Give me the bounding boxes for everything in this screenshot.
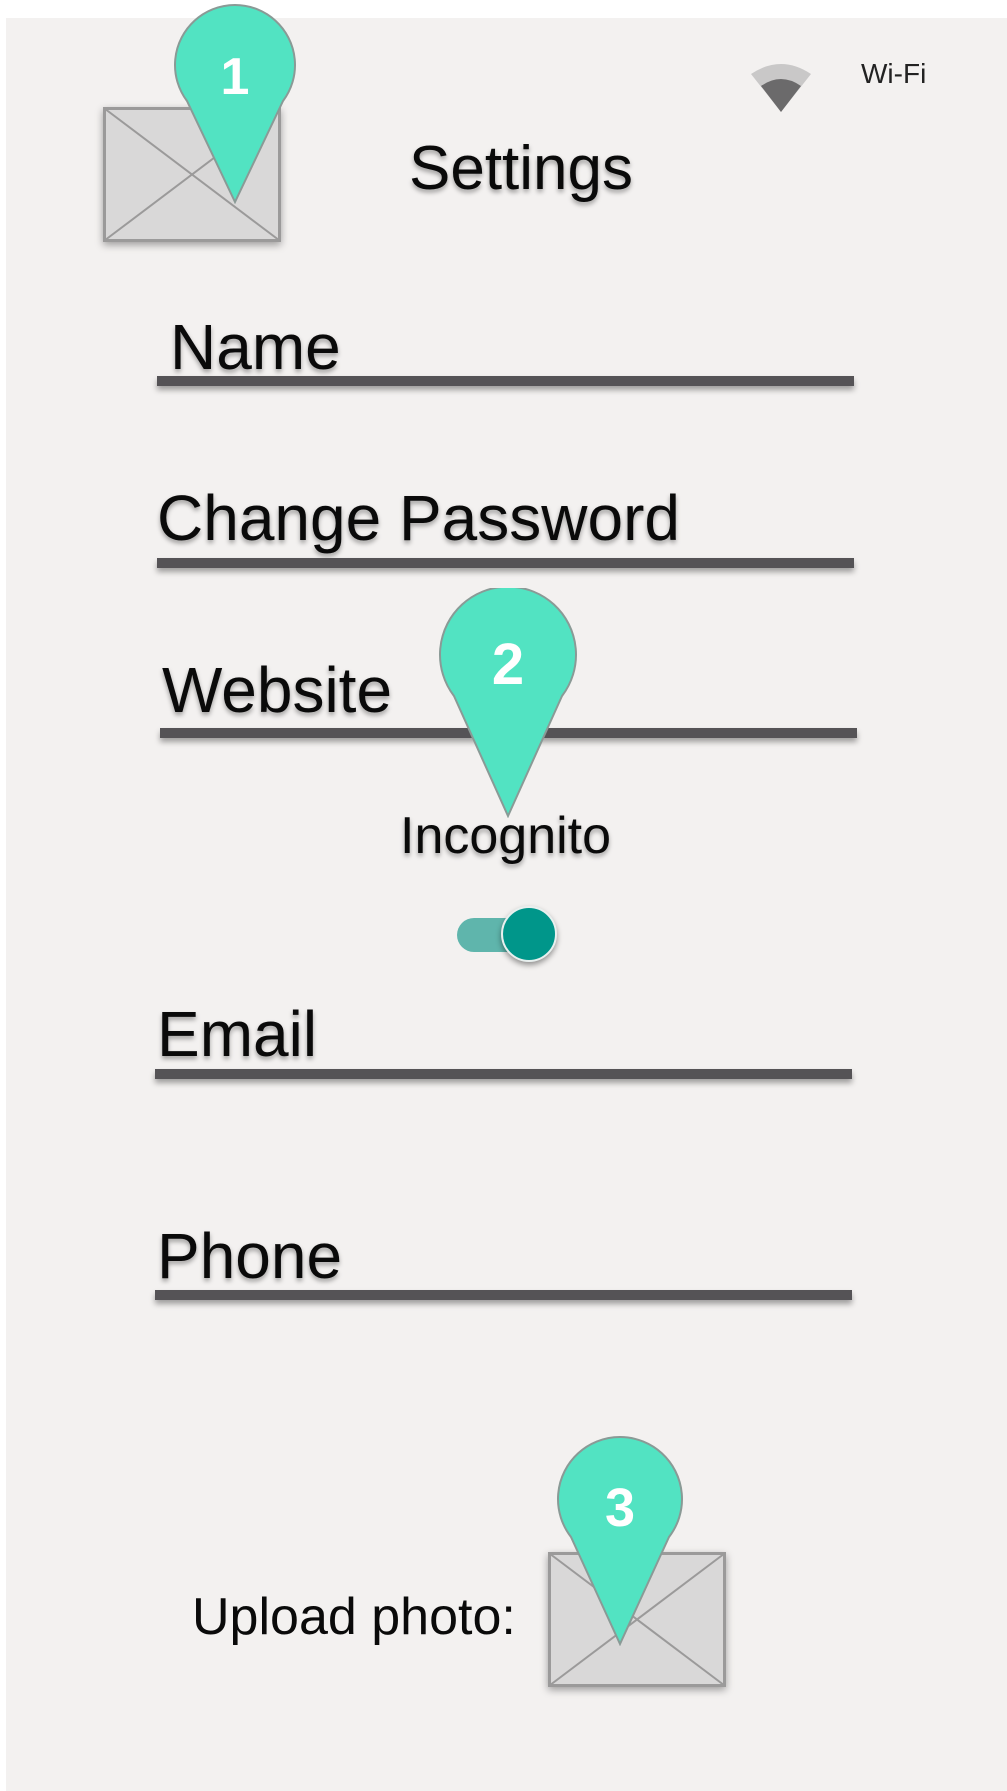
settings-screen (6, 18, 1007, 1791)
change-password-field[interactable] (157, 558, 854, 568)
name-field[interactable] (157, 376, 854, 386)
incognito-toggle-thumb[interactable] (501, 906, 557, 962)
wifi-icon (749, 62, 813, 117)
incognito-label: Incognito (400, 807, 612, 865)
email-field-label: Email (157, 998, 318, 1070)
website-field[interactable] (160, 728, 857, 738)
change-password-field-label: Change Password (157, 482, 680, 554)
name-field-label: Name (170, 311, 341, 383)
phone-field[interactable] (155, 1290, 852, 1300)
website-field-label: Website (162, 654, 393, 726)
upload-photo-placeholder[interactable] (548, 1552, 726, 1687)
wifi-label: Wi-Fi (861, 58, 927, 89)
page-title: Settings (409, 134, 634, 203)
phone-field-label: Phone (157, 1220, 343, 1292)
upload-photo-label: Upload photo: (192, 1588, 516, 1646)
email-field[interactable] (155, 1069, 852, 1079)
avatar-image-placeholder[interactable] (103, 107, 281, 242)
